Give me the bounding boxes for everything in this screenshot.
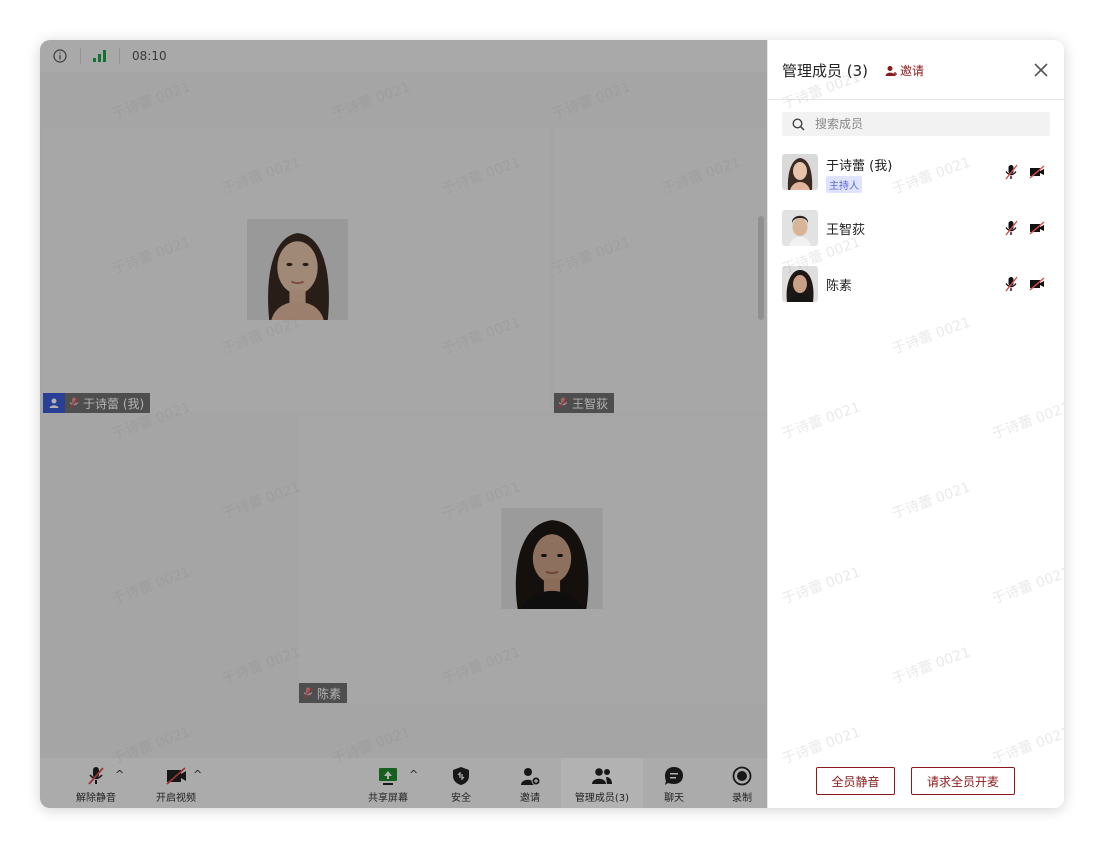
close-icon[interactable]	[1032, 61, 1050, 79]
participant-photo	[501, 508, 603, 609]
members-panel-header: 管理成员 (3) 邀请	[768, 40, 1064, 100]
participant-name-tag: 王智荻	[554, 393, 615, 413]
invite-link-label: 邀请	[900, 64, 925, 78]
members-panel: 管理成员 (3) 邀请 搜索成员 于诗蕾 (我) 主持人 王智荻 陈素 全员静音…	[767, 40, 1064, 808]
panel-title: 管理成员 (3)	[782, 62, 869, 80]
video-tile-participant[interactable]: 王智荻	[554, 127, 767, 413]
member-name: 王智荻	[826, 223, 866, 238]
meeting-info-button[interactable]	[40, 40, 80, 72]
video-options-caret-icon[interactable]: ^	[193, 768, 202, 781]
host-badge-icon	[43, 393, 65, 413]
unmute-button[interactable]: 解除静音	[70, 758, 122, 808]
member-search-input[interactable]	[815, 117, 1035, 131]
add-user-icon	[521, 768, 541, 786]
member-list-item[interactable]: 王智荻	[782, 210, 1050, 246]
start-video-button[interactable]: 开启视频	[150, 758, 202, 808]
host-role-badge: 主持人	[826, 176, 862, 193]
mute-all-button[interactable]: 全员静音	[816, 767, 895, 795]
signal-icon	[93, 50, 106, 62]
video-grid-scrollbar[interactable]	[758, 216, 764, 320]
avatar	[782, 154, 818, 190]
mic-muted-icon	[65, 397, 83, 409]
invite-link[interactable]: 邀请	[885, 62, 924, 79]
record-icon	[732, 766, 752, 786]
audio-options-caret-icon[interactable]: ^	[115, 768, 124, 781]
chat-button[interactable]: 聊天	[658, 758, 690, 808]
members-icon	[592, 768, 612, 784]
member-name: 陈素	[826, 279, 853, 294]
video-tile-participant[interactable]: 陈素	[299, 416, 767, 703]
video-tile-self[interactable]: 于诗蕾 (我)	[43, 127, 551, 413]
avatar	[782, 210, 818, 246]
member-search-box	[782, 112, 1050, 136]
meeting-toolbar: 解除静音 ^ 开启视频 ^ 共享屏幕 ^ 安全 邀请 管理成员(3) 聊天 录制	[40, 758, 767, 808]
search-icon	[792, 117, 805, 131]
security-button[interactable]: 安全	[445, 758, 477, 808]
avatar	[782, 266, 818, 302]
mic-off-icon[interactable]	[1004, 164, 1018, 180]
participant-name-tag: 于诗蕾 (我)	[43, 393, 151, 413]
meeting-duration: 08:10	[132, 49, 167, 63]
share-screen-button[interactable]: 共享屏幕	[364, 758, 412, 808]
info-icon	[53, 49, 67, 63]
chat-icon	[665, 767, 683, 785]
participant-name: 于诗蕾 (我)	[83, 396, 145, 411]
shield-icon	[453, 767, 469, 785]
participant-name-tag: 陈素	[299, 683, 348, 703]
mic-muted-icon	[554, 397, 572, 409]
mic-muted-icon	[299, 687, 317, 699]
participant-photo	[247, 219, 348, 320]
member-name: 于诗蕾 (我)	[826, 159, 893, 174]
meeting-window: 08:10 于诗蕾 (我) 王智荻 陈素 解除静音 ^ 开启视频 ^ 共享屏幕 …	[40, 40, 1064, 808]
camera-off-icon[interactable]	[1029, 165, 1045, 179]
record-button[interactable]: 录制	[726, 758, 758, 808]
add-user-icon	[885, 65, 897, 76]
meeting-area: 08:10 于诗蕾 (我) 王智荻 陈素 解除静音 ^ 开启视频 ^ 共享屏幕 …	[40, 40, 767, 808]
mic-off-icon	[88, 767, 104, 785]
request-unmute-all-button[interactable]: 请求全员开麦	[911, 767, 1015, 795]
member-list-item[interactable]: 陈素	[782, 266, 1050, 302]
mic-off-icon[interactable]	[1004, 276, 1018, 292]
participant-name: 陈素	[317, 686, 342, 701]
invite-button[interactable]: 邀请	[512, 758, 548, 808]
member-list-item[interactable]: 于诗蕾 (我) 主持人	[782, 154, 1050, 193]
status-bar: 08:10	[40, 40, 767, 72]
camera-off-icon[interactable]	[1029, 221, 1045, 235]
manage-members-button[interactable]: 管理成员(3)	[561, 758, 643, 808]
camera-off-icon	[166, 767, 186, 785]
mic-off-icon[interactable]	[1004, 220, 1018, 236]
participant-name: 王智荻	[572, 396, 609, 411]
network-status-button[interactable]	[81, 40, 119, 72]
camera-off-icon[interactable]	[1029, 277, 1045, 291]
share-options-caret-icon[interactable]: ^	[409, 768, 418, 781]
share-screen-icon	[379, 768, 397, 785]
